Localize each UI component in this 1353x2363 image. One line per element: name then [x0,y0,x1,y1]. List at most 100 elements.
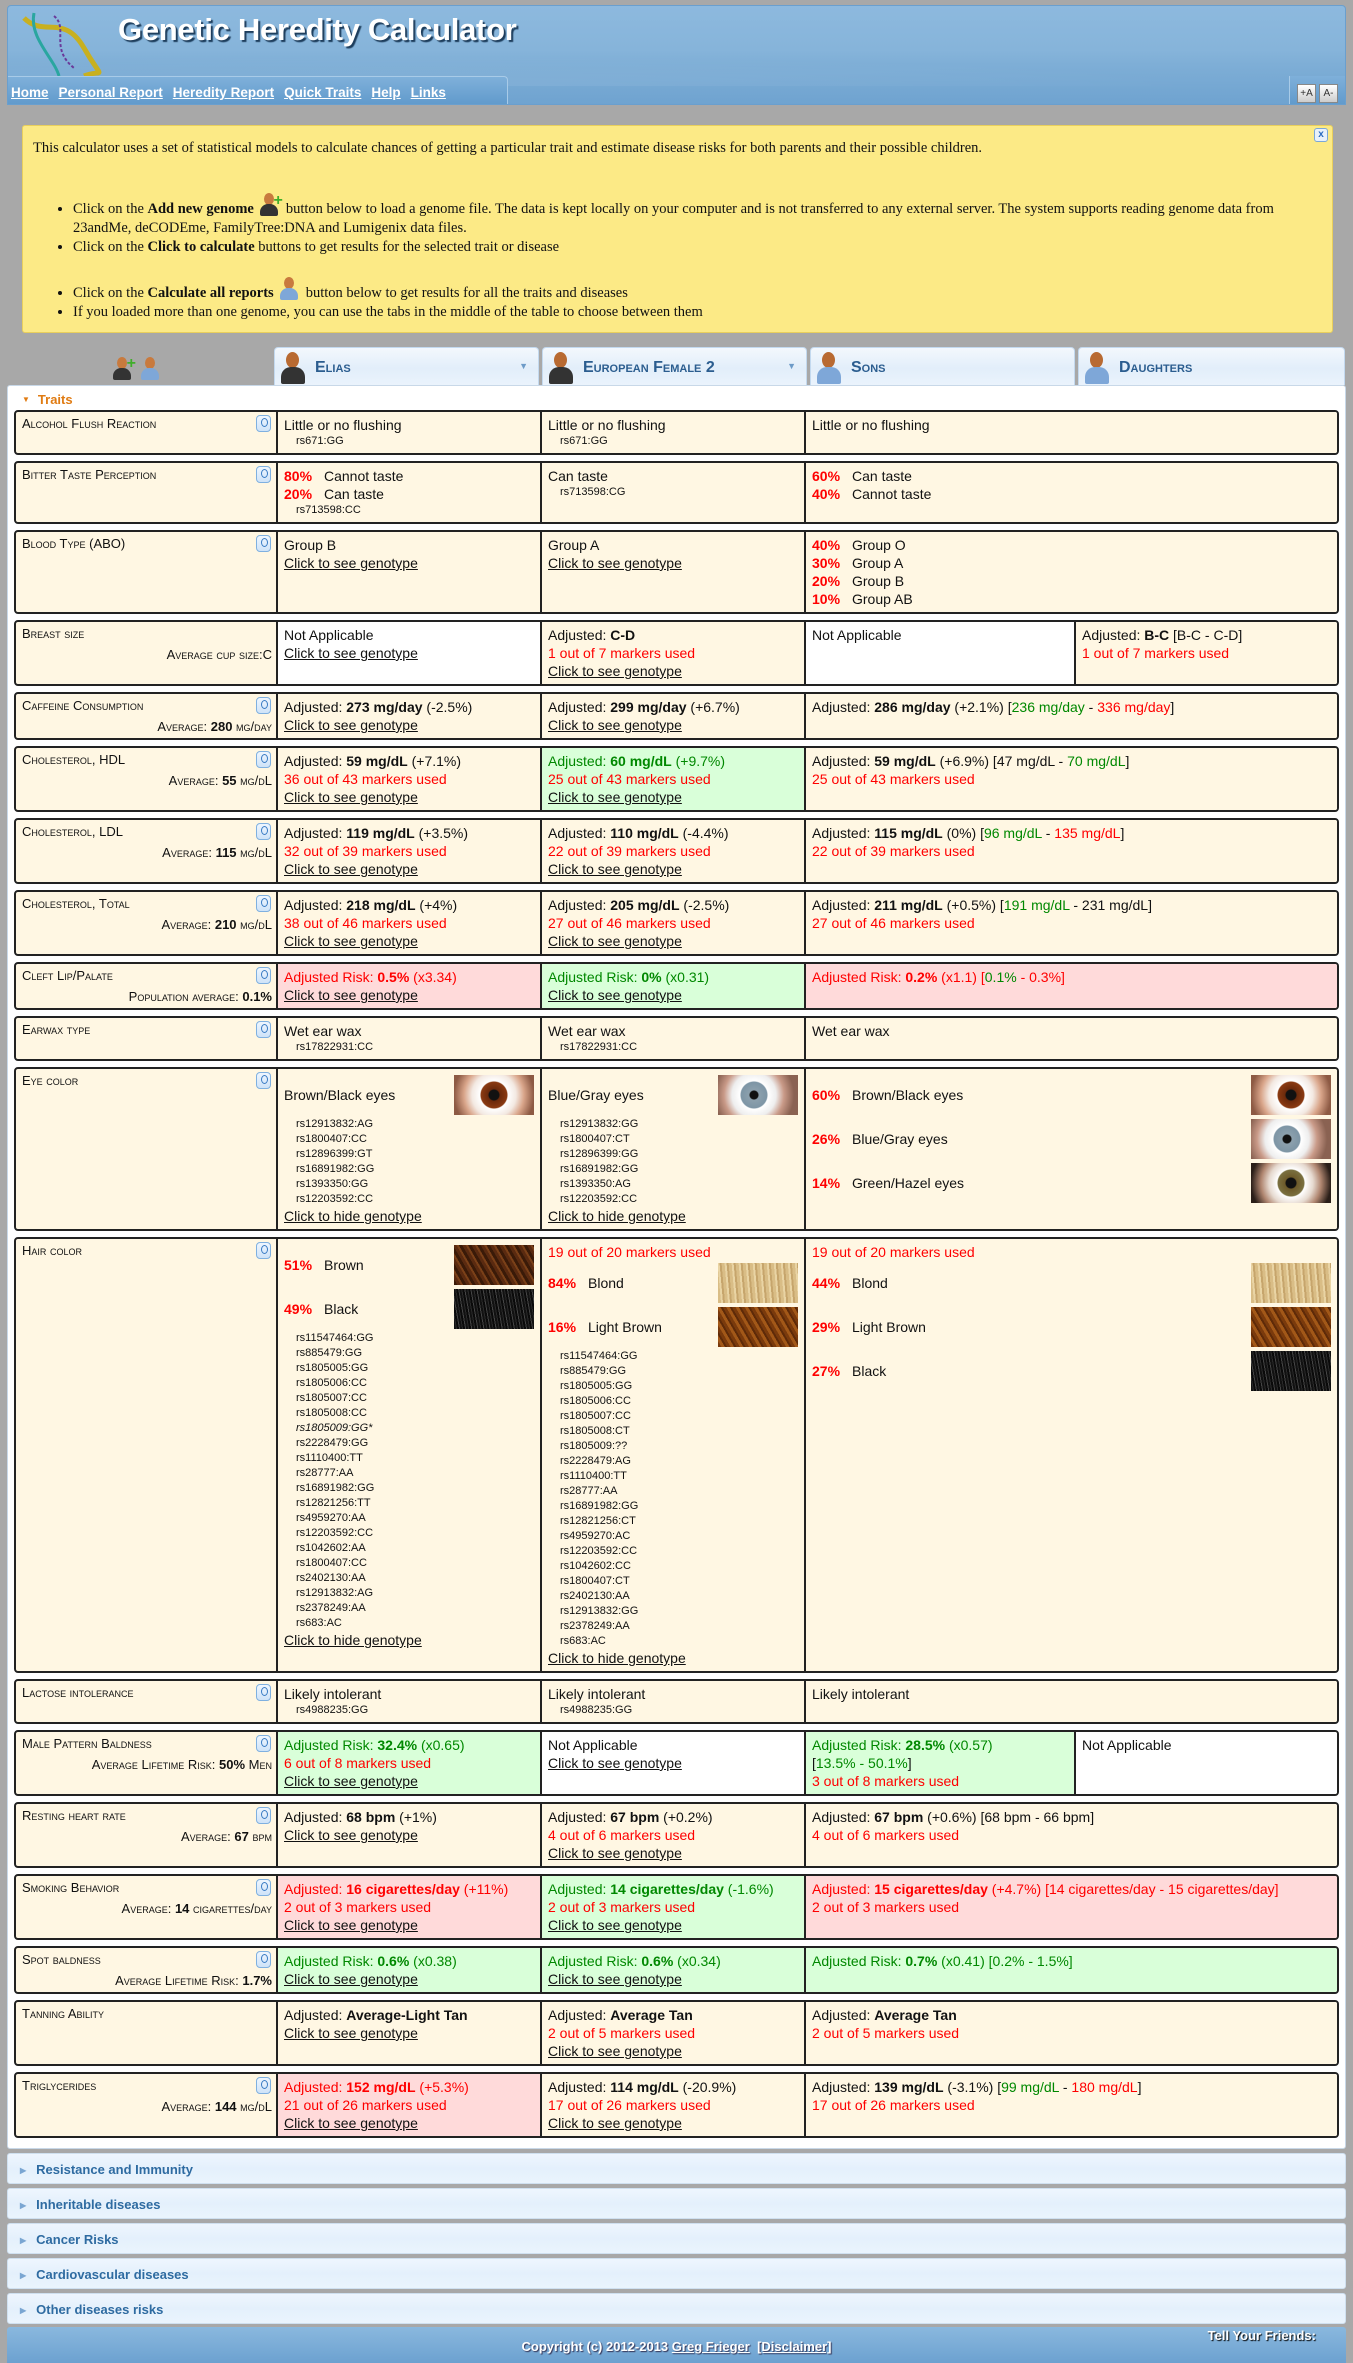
result-segment: 115 mg/dL [874,825,943,841]
genotype-toggle-link[interactable]: Click to hide genotype [548,1207,798,1225]
genotype-toggle-link[interactable]: Click to see genotype [284,932,534,950]
genotype-toggle-link[interactable]: Click to see genotype [548,1844,798,1862]
add-genome-calculate-all-icons[interactable]: + [107,347,167,385]
info-icon[interactable] [256,2077,271,2094]
traits-section-header[interactable]: ▼ Traits [14,386,1339,410]
nav-quick-traits[interactable]: Quick Traits [284,85,361,100]
genotype-toggle-link[interactable]: Click to see genotype [284,1826,534,1844]
result-segment: 114 mg/dL [610,2079,679,2095]
probability-option: 29% Light Brown [812,1305,1331,1349]
genotype-toggle-link[interactable]: Click to see genotype [548,662,798,680]
genotype-toggle-link[interactable]: Click to see genotype [284,2024,534,2042]
genotype-toggle-link[interactable]: Click to see genotype [284,788,534,806]
result-segment: Adjusted: [548,825,611,841]
info-icon[interactable] [256,535,271,552]
info-icon[interactable] [256,823,271,840]
genotype-toggle-link[interactable]: Click to see genotype [548,2042,798,2060]
option-label: Light Brown [852,1319,926,1335]
probability-percent: 60% [812,1087,841,1103]
genotype-toggle-link[interactable]: Click to see genotype [548,788,798,806]
info-icon[interactable] [256,1242,271,1259]
genotype-toggle-link[interactable]: Click to hide genotype [284,1631,534,1649]
section-header[interactable]: ▶ Cardiovascular diseases [7,2258,1346,2289]
tab-european-female-2[interactable]: European Female 2 ▼ [542,347,807,385]
genotype-toggle-link[interactable]: Click to see genotype [284,1970,534,1988]
info-icon[interactable] [256,967,271,984]
hair-blond-image [1251,1263,1331,1303]
section-header[interactable]: ▶ Inheritable diseases [7,2188,1346,2219]
info-icon[interactable] [256,1072,271,1089]
genotype-toggle-link[interactable]: Click to see genotype [548,1970,798,1988]
genotype-toggle-link[interactable]: Click to see genotype [548,2114,798,2132]
info-icon[interactable] [256,1735,271,1752]
tab-daughters[interactable]: Daughters [1078,347,1345,385]
info-icon[interactable] [256,1684,271,1701]
result-segment: (+1%) [395,1809,437,1825]
font-increase-button[interactable]: +A [1297,84,1316,103]
info-icon[interactable] [256,697,271,714]
genotype-marker: rs17822931:CC [560,1041,638,1053]
genotype-toggle-link[interactable]: Click to hide genotype [284,1207,534,1225]
info-icon[interactable] [256,1021,271,1038]
author-link[interactable]: Greg Frieger [672,2339,750,2354]
result-segment: 25 out of 43 markers used [812,771,975,787]
font-size-controls: +A A- [1289,76,1345,104]
section-header[interactable]: ▶ Cancer Risks [7,2223,1346,2254]
average-segment: 115 [215,845,237,860]
result-segment: 218 mg/dL [346,897,416,913]
chevron-down-icon[interactable]: ▼ [519,361,528,371]
chevron-down-icon[interactable]: ▼ [787,361,796,371]
font-decrease-button[interactable]: A- [1319,84,1338,103]
info-icon[interactable] [256,895,271,912]
info-icon[interactable] [256,1807,271,1824]
nav-links[interactable]: Links [411,85,446,100]
genotype-list: rs4988235:GG [548,1703,798,1718]
genotype-toggle-link[interactable]: Click to see genotype [284,986,534,1004]
genotype-toggle-link[interactable]: Click to see genotype [284,554,534,572]
nav-home[interactable]: Home [11,85,49,100]
info-icon[interactable] [256,466,271,483]
genotype-marker: rs2378249:AA [560,1620,630,1632]
nav-heredity-report[interactable]: Heredity Report [173,85,274,100]
close-icon[interactable]: x [1314,128,1328,142]
result-segment: (+0.5%) [ [942,897,1004,913]
info-icon[interactable] [256,751,271,768]
result-segment: Likely intolerant [548,1686,646,1702]
genotype-toggle-link[interactable]: Click to see genotype [548,986,798,1004]
calculate-all-icon[interactable] [138,355,164,381]
genotype-toggle-link[interactable]: Click to see genotype [548,860,798,878]
genotype-toggle-link[interactable]: Click to see genotype [284,644,534,662]
genotype-toggle-link[interactable]: Click to see genotype [284,2114,534,2132]
result-line: Adjusted: 152 mg/dL (+5.3%) [284,2078,534,2096]
section-header[interactable]: ▶ Resistance and Immunity [7,2153,1346,2184]
genotype-toggle-link[interactable]: Click to see genotype [284,716,534,734]
info-icon[interactable] [256,1951,271,1968]
result-segment: Adjusted: [812,699,875,715]
info-icon[interactable] [256,1879,271,1896]
result-line: Adjusted: 139 mg/dL (-3.1%) [99 mg/dL - … [812,2078,1331,2096]
disclaimer-link[interactable]: [Disclaimer] [757,2339,831,2354]
genotype-toggle-link[interactable]: Click to see genotype [548,1916,798,1934]
genotype-toggle-link[interactable]: Click to see genotype [284,860,534,878]
genotype-toggle-link[interactable]: Click to hide genotype [548,1649,798,1667]
tab-sons[interactable]: Sons [810,347,1075,385]
genotype-toggle-link[interactable]: Click to see genotype [284,1916,534,1934]
nav-personal-report[interactable]: Personal Report [59,85,163,100]
children-result: Likely intolerant [806,1681,1337,1722]
info-icon[interactable] [256,415,271,432]
genotype-marker: rs1393350:GG [296,1178,369,1190]
section-header[interactable]: ▶ Other diseases risks [7,2293,1346,2324]
trait-label-cell: Smoking Behavior Average: 14 cigarettes/d… [16,1876,278,1938]
tab-elias[interactable]: Elias ▼ [274,347,539,385]
add-genome-icon[interactable]: + [110,355,136,381]
trait-label-cell: Alcohol Flush Reaction [16,412,278,453]
genotype-marker: rs12913832:GG [560,1605,639,1617]
genotype-toggle-link[interactable]: Click to see genotype [548,932,798,950]
result-line: Adjusted Risk: 0.6% (x0.38) [284,1952,534,1970]
genotype-toggle-link[interactable]: Click to see genotype [548,1754,798,1772]
result-segment: 2 out of 3 markers used [812,1899,960,1915]
genotype-toggle-link[interactable]: Click to see genotype [548,716,798,734]
genotype-toggle-link[interactable]: Click to see genotype [548,554,798,572]
genotype-toggle-link[interactable]: Click to see genotype [284,1772,534,1790]
nav-help[interactable]: Help [371,85,400,100]
